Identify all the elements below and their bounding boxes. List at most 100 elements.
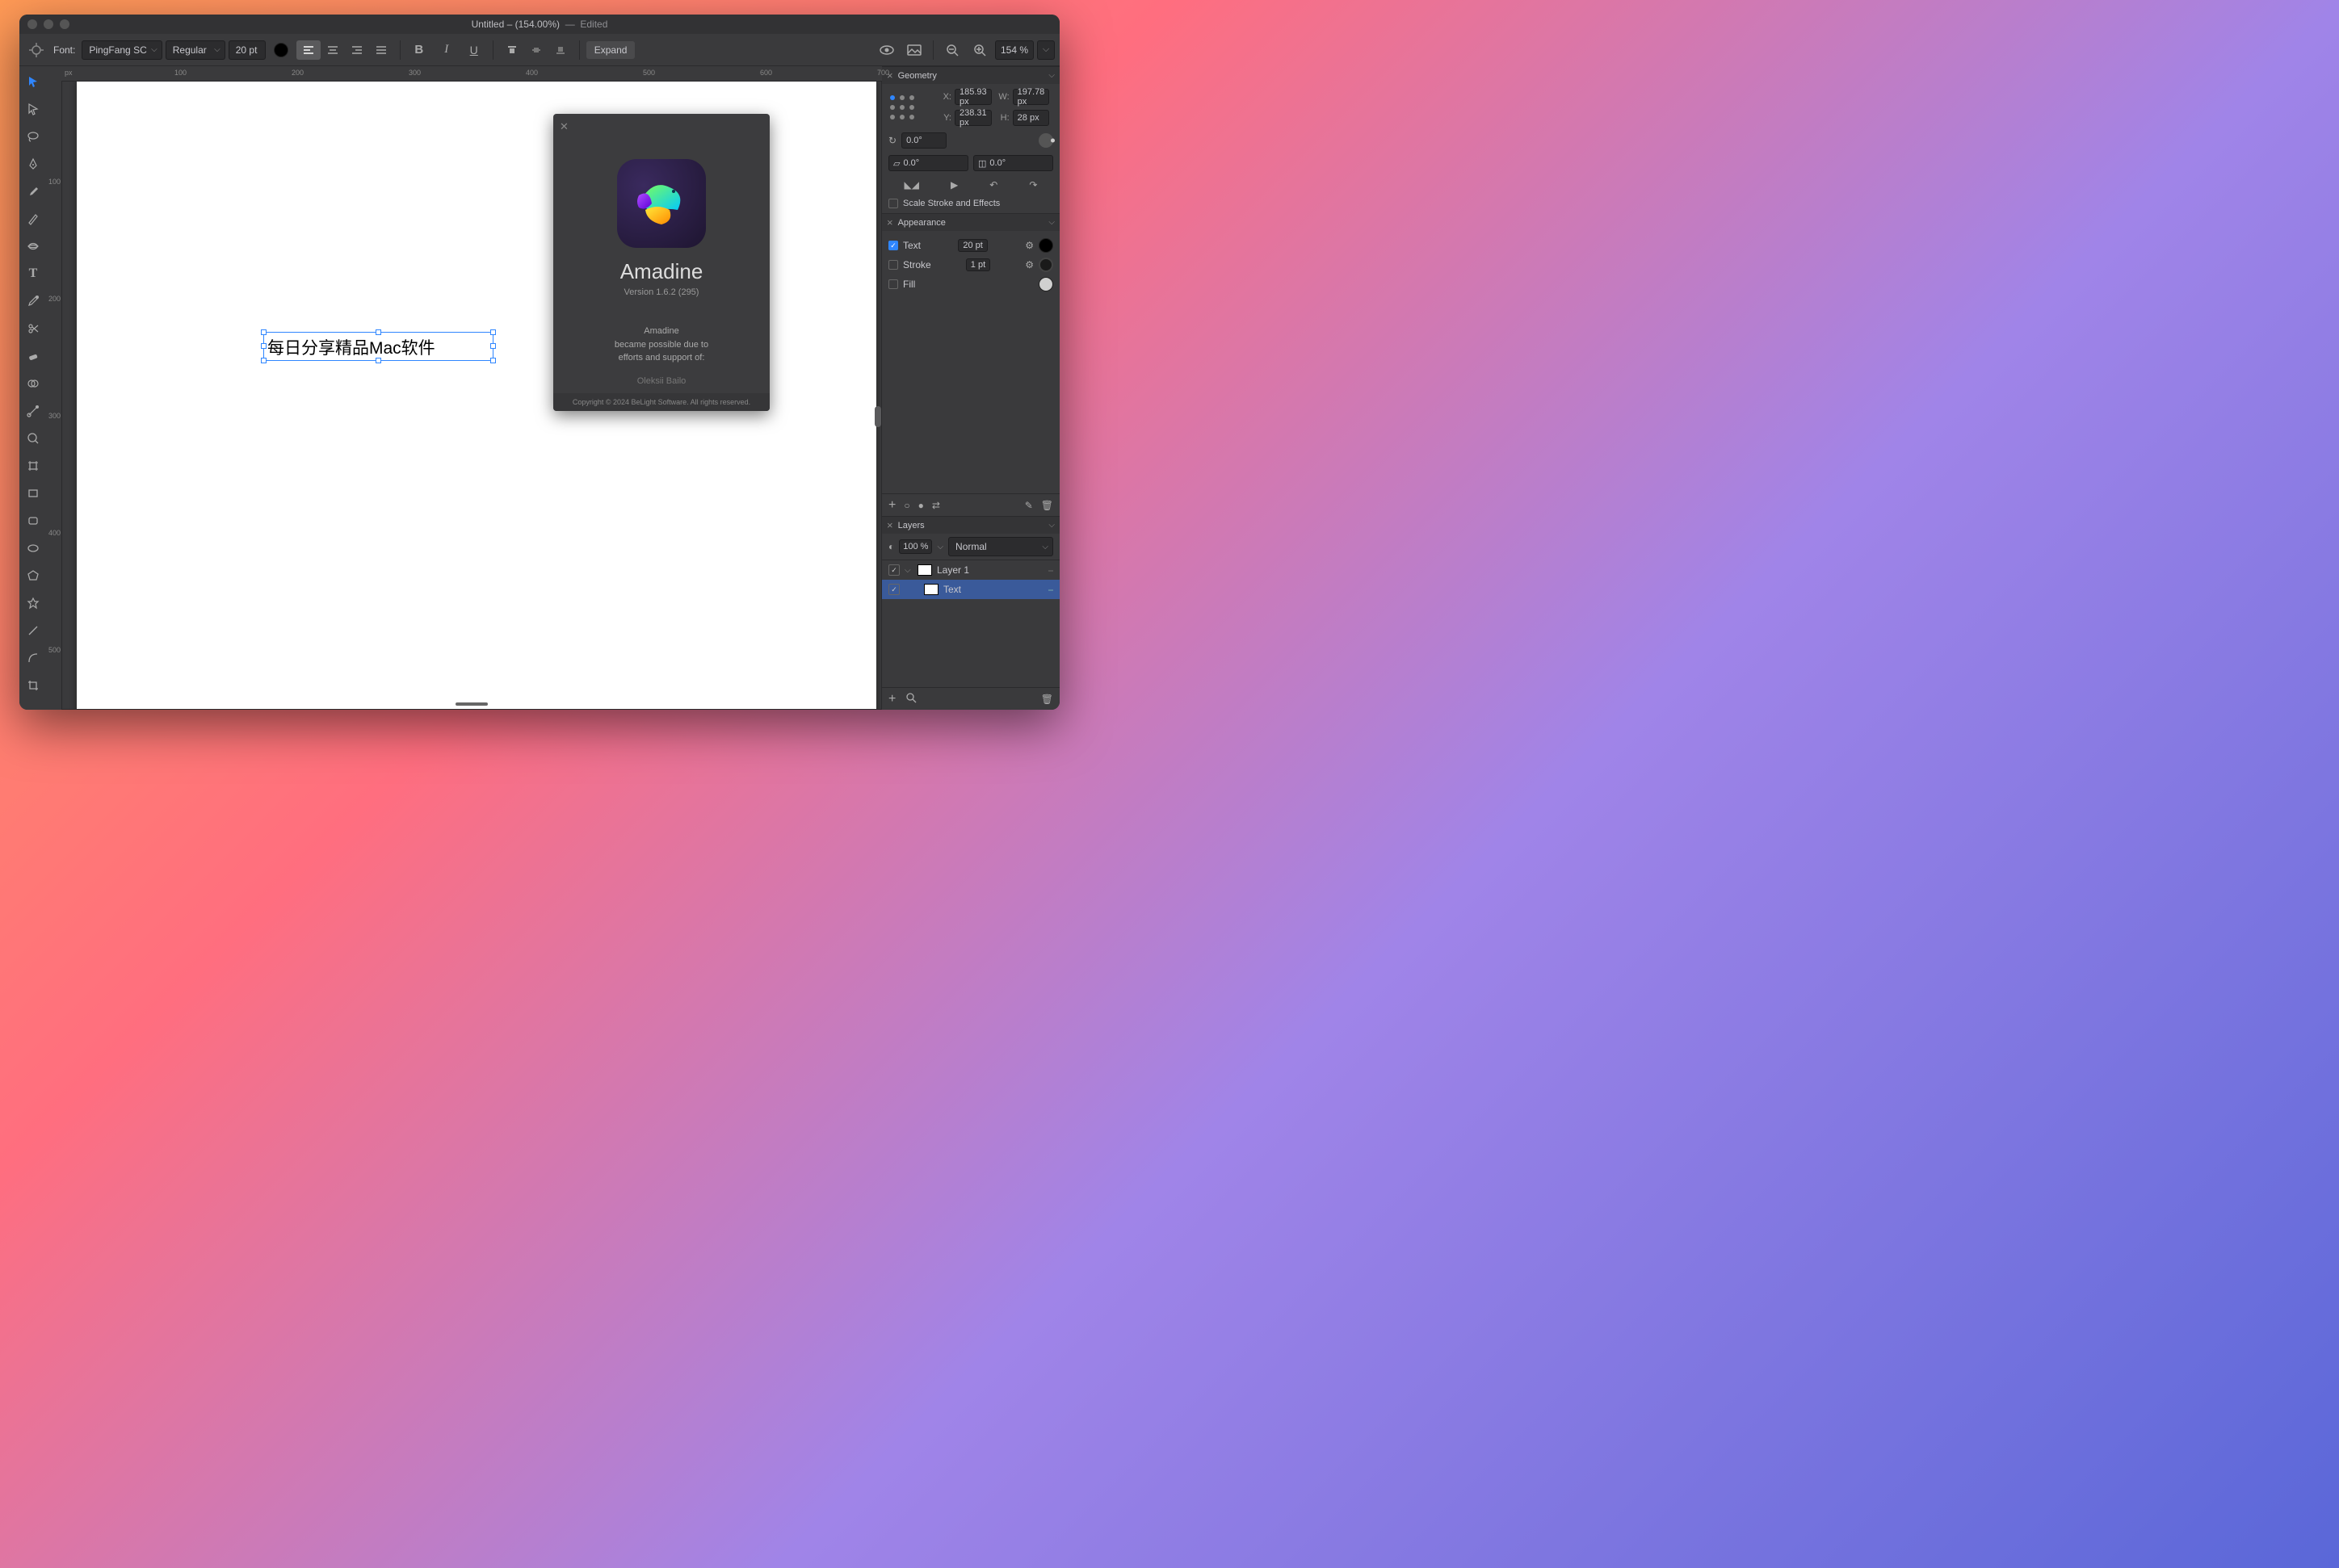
vertical-ruler[interactable]: 100 200 300 400 500: [47, 81, 61, 710]
bottom-grip[interactable]: [456, 702, 488, 706]
w-input[interactable]: 197.78 px: [1013, 89, 1050, 105]
brush-tool[interactable]: [23, 181, 44, 202]
underline-button[interactable]: U: [462, 40, 486, 60]
width-tool[interactable]: [23, 236, 44, 257]
stroke-color-swatch[interactable]: [1039, 258, 1053, 272]
redo-icon[interactable]: ↷: [1029, 179, 1037, 191]
selected-text-object[interactable]: 每日分享精品Mac软件: [263, 332, 493, 361]
gear-icon[interactable]: ⚙: [1025, 240, 1034, 251]
rotation-knob[interactable]: [1039, 133, 1053, 148]
expand-button[interactable]: Expand: [586, 41, 636, 59]
font-family-dropdown[interactable]: PingFang SC: [82, 40, 162, 60]
crosshair-icon[interactable]: [24, 43, 48, 57]
anchor-selector[interactable]: [888, 94, 916, 121]
eraser-tool[interactable]: [23, 346, 44, 367]
resize-handle[interactable]: [261, 358, 267, 363]
rotation-input[interactable]: 0.0°: [901, 132, 947, 149]
pencil-tool[interactable]: [23, 208, 44, 229]
minimize-window-icon[interactable]: [44, 19, 53, 29]
layer-item[interactable]: ⌵ Layer 1 ⎯: [882, 560, 1060, 580]
align-right-button[interactable]: [345, 40, 369, 60]
scale-stroke-checkbox[interactable]: [888, 199, 898, 208]
valign-top-button[interactable]: [500, 40, 524, 60]
preview-icon[interactable]: [875, 40, 899, 60]
appearance-text-row[interactable]: Text 20 pt ⚙: [888, 236, 1053, 255]
stroke-visibility-checkbox[interactable]: [888, 260, 898, 270]
search-icon[interactable]: [905, 692, 917, 706]
text-size-input[interactable]: 20 pt: [958, 239, 987, 252]
trash-icon[interactable]: 🗑: [1041, 694, 1053, 705]
add-layer-icon[interactable]: +: [888, 692, 896, 706]
resize-handle[interactable]: [490, 358, 496, 363]
close-icon[interactable]: ✕: [560, 120, 569, 133]
text-color-swatch[interactable]: [274, 43, 288, 57]
disclosure-icon[interactable]: ⌵: [905, 566, 913, 575]
align-left-button[interactable]: [296, 40, 321, 60]
scrollbar-thumb[interactable]: [875, 406, 881, 427]
text-color-swatch[interactable]: [1039, 238, 1053, 253]
layer-item[interactable]: Text ⎯: [882, 580, 1060, 599]
text-visibility-checkbox[interactable]: [888, 241, 898, 250]
opacity-input[interactable]: 100 %: [899, 539, 932, 554]
gear-icon[interactable]: ⚙: [1025, 259, 1034, 270]
valign-middle-button[interactable]: [524, 40, 548, 60]
flip-h-icon[interactable]: ◣◢: [905, 179, 919, 191]
valign-bottom-button[interactable]: [548, 40, 573, 60]
star-tool[interactable]: [23, 593, 44, 614]
gradient-tool[interactable]: [23, 400, 44, 421]
traffic-lights[interactable]: [27, 19, 69, 29]
font-size-input[interactable]: 20 pt: [229, 40, 266, 60]
align-center-button[interactable]: [321, 40, 345, 60]
geometry-header[interactable]: × Geometry ⌵: [882, 66, 1060, 84]
appearance-header[interactable]: × Appearance ⌵: [882, 213, 1060, 231]
y-input[interactable]: 238.31 px: [955, 110, 992, 126]
chevron-down-icon[interactable]: ⌵: [1048, 521, 1055, 530]
resize-handle[interactable]: [490, 329, 496, 335]
copy-style-icon[interactable]: ✎: [1025, 500, 1033, 511]
trash-icon[interactable]: 🗑: [1041, 500, 1053, 511]
zoom-out-icon[interactable]: [940, 40, 964, 60]
shear-h-input[interactable]: ▱0.0°: [888, 155, 968, 171]
chevron-down-icon[interactable]: ⌵: [1048, 218, 1055, 227]
horizontal-ruler[interactable]: px 100 200 300 400 500 600 700: [61, 66, 882, 81]
h-input[interactable]: 28 px: [1013, 110, 1050, 126]
stroke-size-input[interactable]: 1 pt: [966, 258, 990, 271]
appearance-fill-row[interactable]: Fill: [888, 275, 1053, 294]
close-panel-icon[interactable]: ×: [887, 520, 893, 530]
lock-icon[interactable]: ⎯: [1048, 584, 1053, 596]
pen-tool[interactable]: [23, 153, 44, 174]
visibility-checkbox[interactable]: [888, 584, 900, 595]
zoom-window-icon[interactable]: [60, 19, 69, 29]
fill-color-swatch[interactable]: [1039, 277, 1053, 291]
layers-header[interactable]: × Layers ⌵: [882, 516, 1060, 534]
resize-handle[interactable]: [376, 329, 381, 335]
direct-select-tool[interactable]: [23, 99, 44, 119]
text-tool[interactable]: T: [23, 263, 44, 284]
crop-tool[interactable]: [23, 675, 44, 696]
lock-icon[interactable]: ⎯: [1048, 564, 1053, 576]
visibility-checkbox[interactable]: [888, 564, 900, 576]
artboard-tool[interactable]: [23, 455, 44, 476]
close-panel-icon[interactable]: ×: [887, 217, 893, 228]
zoom-tool[interactable]: [23, 428, 44, 449]
font-style-dropdown[interactable]: Regular: [166, 40, 225, 60]
italic-button[interactable]: I: [435, 40, 459, 60]
resize-handle[interactable]: [376, 358, 381, 363]
rounded-rect-tool[interactable]: [23, 510, 44, 531]
shear-v-input[interactable]: ◫0.0°: [973, 155, 1053, 171]
blend-mode-dropdown[interactable]: Normal: [948, 537, 1053, 556]
zoom-in-icon[interactable]: [968, 40, 992, 60]
resize-handle[interactable]: [261, 329, 267, 335]
polygon-tool[interactable]: [23, 565, 44, 586]
lasso-tool[interactable]: [23, 126, 44, 147]
scissors-tool[interactable]: [23, 318, 44, 339]
zoom-dropdown[interactable]: ⌵: [1037, 40, 1055, 60]
flip-v-icon[interactable]: ▶: [951, 179, 958, 191]
align-justify-button[interactable]: [369, 40, 393, 60]
swap-icon[interactable]: ⇄: [932, 500, 940, 511]
chevron-down-icon[interactable]: ⌵: [1048, 71, 1055, 80]
titlebar[interactable]: Untitled – (154.00%) — Edited: [19, 15, 1060, 34]
link-wh-icon[interactable]: [1056, 89, 1060, 126]
line-tool[interactable]: [23, 620, 44, 641]
resize-handle[interactable]: [490, 343, 496, 349]
